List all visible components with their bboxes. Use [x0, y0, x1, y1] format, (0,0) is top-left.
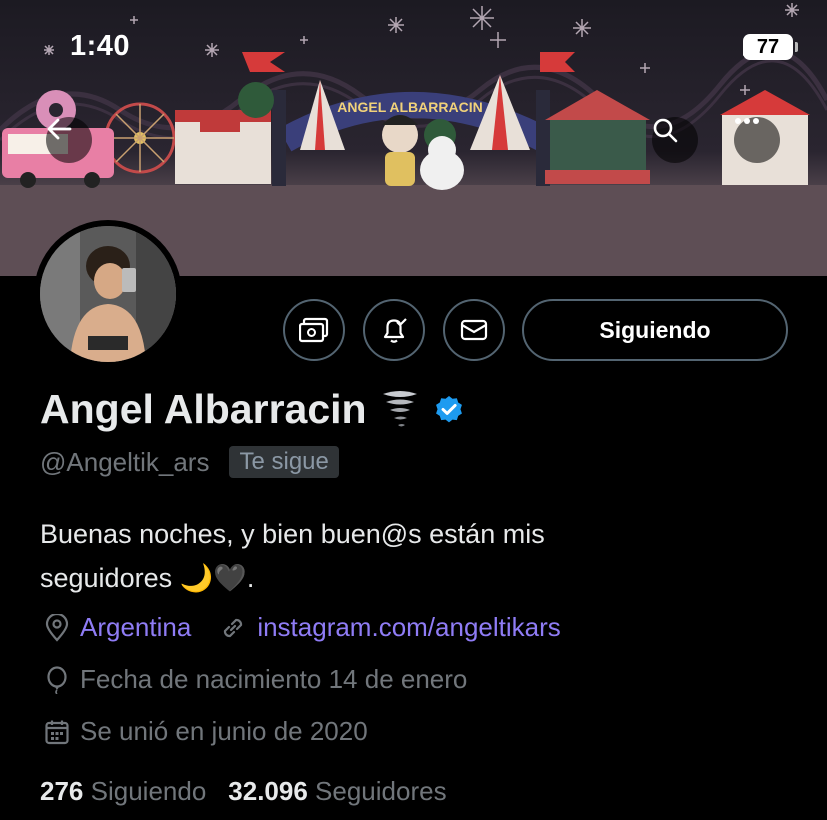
status-time: 1:40 — [70, 30, 131, 62]
avatar-photo — [40, 226, 176, 362]
profile-bio: Buenas noches, y bien buen@s están mis s… — [40, 512, 800, 600]
more-options-button[interactable] — [734, 117, 780, 163]
status-icons: 77 — [743, 34, 798, 60]
bio-line: Buenas noches, y bien buen@s están mis — [40, 519, 545, 549]
money-icon — [299, 317, 329, 343]
followers-label: Seguidores — [315, 776, 447, 806]
following-stat[interactable]: 276 Siguiendo — [40, 776, 206, 807]
tip-button[interactable] — [283, 299, 345, 361]
following-button[interactable]: Siguiendo — [522, 299, 788, 361]
website-item[interactable]: instagram.com/angeltikars — [219, 612, 561, 643]
handle-row: @Angeltik_ars Te sigue — [40, 446, 339, 478]
search-icon — [653, 118, 678, 143]
joined-item: Se unió en junio de 2020 — [44, 716, 368, 747]
tornado-emoji — [382, 390, 417, 426]
follow-stats: 276 Siguiendo 32.096 Seguidores — [40, 776, 447, 807]
battery-indicator: 77 — [743, 34, 798, 60]
balloon-icon — [47, 665, 67, 694]
message-button[interactable] — [443, 299, 505, 361]
website-link[interactable]: instagram.com/angeltikars — [257, 612, 560, 643]
bio-line: seguidores 🌙🖤. — [40, 563, 255, 593]
back-arrow-icon — [47, 118, 72, 140]
joined-text: Se unió en junio de 2020 — [80, 716, 368, 746]
location-item: Argentina — [44, 612, 191, 643]
following-count: 276 — [40, 776, 84, 806]
calendar-icon — [45, 720, 69, 744]
birthday-text: Fecha de nacimiento 14 de enero — [80, 664, 468, 694]
search-button[interactable] — [652, 117, 698, 163]
banner-sign-text: ANGEL ALBARRACIN — [337, 99, 482, 115]
mail-icon — [460, 319, 488, 341]
followers-stat[interactable]: 32.096 Seguidores — [228, 776, 446, 807]
follows-you-badge: Te sigue — [229, 446, 339, 478]
followers-count: 32.096 — [228, 776, 308, 806]
more-icon — [735, 118, 759, 124]
back-button[interactable] — [46, 117, 92, 163]
location-text: Argentina — [80, 612, 192, 642]
verified-badge-icon[interactable] — [433, 394, 465, 426]
display-name: Angel Albarracin — [40, 386, 367, 432]
birthday-item: Fecha de nacimiento 14 de enero — [44, 664, 467, 695]
username-handle: @Angeltik_ars — [40, 446, 210, 477]
link-icon — [224, 618, 243, 637]
bell-check-icon — [383, 318, 407, 343]
display-name-row: Angel Albarracin — [40, 386, 465, 433]
profile-meta-location-website: Argentina instagram.com/angeltikars — [44, 612, 561, 643]
location-icon — [45, 613, 69, 642]
profile-avatar[interactable] — [34, 220, 182, 368]
following-label: Siguiendo — [90, 776, 207, 806]
notifications-button[interactable] — [363, 299, 425, 361]
